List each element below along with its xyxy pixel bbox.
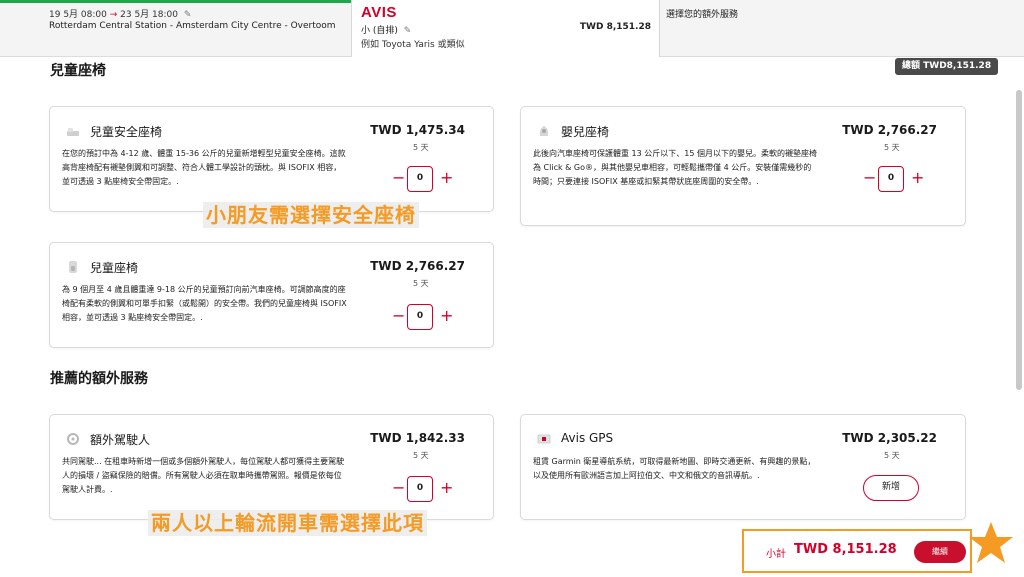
recommended-extras-heading: 推薦的額外服務	[50, 371, 148, 387]
increase-button[interactable]: +	[911, 169, 924, 187]
edit-dates-pencil-icon[interactable]: ✎	[184, 10, 192, 20]
subtotal-label: 小計	[766, 549, 786, 560]
edit-car-pencil-icon[interactable]: ✎	[404, 26, 412, 36]
extra-name: 嬰兒座椅	[561, 125, 610, 139]
extra-days: 5 天	[884, 451, 900, 460]
extra-description: 此後向汽車座椅可保護體重 13 公斤以下、15 個月以下的嬰兒。柔軟的襯墊座椅為…	[533, 149, 817, 186]
continue-button[interactable]: 繼續	[914, 541, 966, 563]
quantity-value[interactable]: 0	[407, 304, 433, 330]
extra-description: 為 9 個月至 4 歲且體重達 9-18 公斤的兒童預訂向前汽車座椅。可調節高度…	[62, 285, 347, 322]
quantity-stepper[interactable]: − 0 +	[392, 304, 456, 330]
rental-dates: 19 5月 08:00 → 23 5月 18:00 ✎	[49, 7, 191, 20]
decrease-button[interactable]: −	[392, 169, 405, 187]
extras-segment: 選擇您的額外服務	[660, 0, 1024, 57]
extra-days: 5 天	[413, 451, 429, 460]
increase-button[interactable]: +	[440, 307, 453, 325]
extra-price: TWD 2,766.27	[842, 123, 937, 137]
additional-driver-icon	[67, 433, 79, 445]
decrease-button[interactable]: −	[392, 479, 405, 497]
increase-button[interactable]: +	[440, 169, 453, 187]
car-class: 小 (自排) ✎	[361, 23, 411, 36]
avis-logo: AVIS	[361, 4, 397, 21]
subtotal-value: TWD 8,151.28	[794, 542, 897, 557]
return-date: 23 5月 18:00	[120, 10, 178, 20]
star-annotation-icon	[969, 522, 1013, 563]
quantity-stepper[interactable]: − 0 +	[863, 166, 927, 192]
date-arrow-icon: →	[109, 10, 118, 20]
extra-name: Avis GPS	[561, 431, 614, 445]
current-step-title: 選擇您的額外服務	[666, 10, 739, 20]
total-badge: 總額 TWD8,151.28	[895, 58, 999, 75]
child-seats-heading: 兒童座椅	[50, 63, 106, 79]
annotation-child-seat-note: 小朋友需選擇安全座椅	[203, 202, 419, 228]
vehicle-segment[interactable]: AVIS 小 (自排) ✎ 例如 Toyota Yaris 或類似 TWD 8,…	[352, 0, 660, 57]
extra-price: TWD 1,475.34	[370, 123, 465, 137]
extra-days: 5 天	[413, 279, 429, 288]
increase-button[interactable]: +	[440, 479, 453, 497]
extra-card-gps: Avis GPS 租賃 Garmin 衛星導航系統，可取得最新地圖、即時交通更新…	[520, 414, 966, 520]
decrease-button[interactable]: −	[863, 169, 876, 187]
quantity-value[interactable]: 0	[878, 166, 904, 192]
trip-details-segment[interactable]: 19 5月 08:00 → 23 5月 18:00 ✎ Rotterdam Ce…	[0, 0, 352, 57]
car-class-label: 小 (自排)	[361, 26, 398, 36]
subtotal-bar: 小計 TWD 8,151.28 繼續	[742, 529, 972, 573]
child-seat-icon	[69, 261, 77, 273]
extra-days: 5 天	[413, 143, 429, 152]
extra-price: TWD 2,305.22	[842, 431, 937, 445]
extra-price: TWD 1,842.33	[370, 431, 465, 445]
extra-price: TWD 2,766.27	[370, 259, 465, 273]
decrease-button[interactable]: −	[392, 307, 405, 325]
extra-name: 兒童安全座椅	[90, 125, 163, 139]
scrollbar-thumb[interactable]	[1016, 90, 1022, 390]
extra-card-booster-seat: 兒童安全座椅 在您的預訂中為 4-12 歲、體重 15-36 公斤的兒童新增輕型…	[49, 106, 494, 212]
extra-description: 在您的預訂中為 4-12 歲、體重 15-36 公斤的兒童新增輕型兒童安全座椅。…	[62, 149, 346, 186]
quantity-stepper[interactable]: − 0 +	[392, 166, 456, 192]
extra-card-infant-seat: 嬰兒座椅 此後向汽車座椅可保護體重 13 公斤以下、15 個月以下的嬰兒。柔軟的…	[520, 106, 966, 226]
extra-card-additional-driver: 額外駕駛人 共同駕駛... 在租車時新增一個或多個額外駕駛人，每位駕駛人都可獲得…	[49, 414, 494, 520]
pickup-date: 19 5月 08:00	[49, 10, 107, 20]
annotation-driver-note: 兩人以上輪流開車需選擇此項	[148, 510, 427, 536]
vehicle-total: TWD 8,151.28	[579, 22, 651, 32]
booking-summary-bar: 19 5月 08:00 → 23 5月 18:00 ✎ Rotterdam Ce…	[0, 0, 1024, 57]
gps-icon	[537, 434, 551, 444]
extra-description: 共同駕駛... 在租車時新增一個或多個額外駕駛人，每位駕駛人都可獲得主要駕駛人的…	[62, 457, 345, 494]
infant-seat-icon	[539, 126, 549, 136]
add-gps-button[interactable]: 新增	[863, 475, 919, 501]
extra-name: 額外駕駛人	[90, 433, 151, 447]
car-example: 例如 Toyota Yaris 或類似	[361, 40, 465, 50]
booster-seat-icon	[67, 128, 79, 136]
rental-route: Rotterdam Central Station - Amsterdam Ci…	[49, 21, 336, 31]
extra-description: 租賃 Garmin 衛星導航系統，可取得最新地圖、即時交通更新、有興趣的景點，以…	[533, 457, 816, 480]
extra-name: 兒童座椅	[90, 261, 139, 275]
extra-days: 5 天	[884, 143, 900, 152]
page-scrollbar[interactable]	[1015, 60, 1023, 577]
quantity-stepper[interactable]: − 0 +	[392, 476, 456, 502]
quantity-value[interactable]: 0	[407, 166, 433, 192]
quantity-value[interactable]: 0	[407, 476, 433, 502]
extra-card-child-seat: 兒童座椅 為 9 個月至 4 歲且體重達 9-18 公斤的兒童預訂向前汽車座椅。…	[49, 242, 494, 348]
